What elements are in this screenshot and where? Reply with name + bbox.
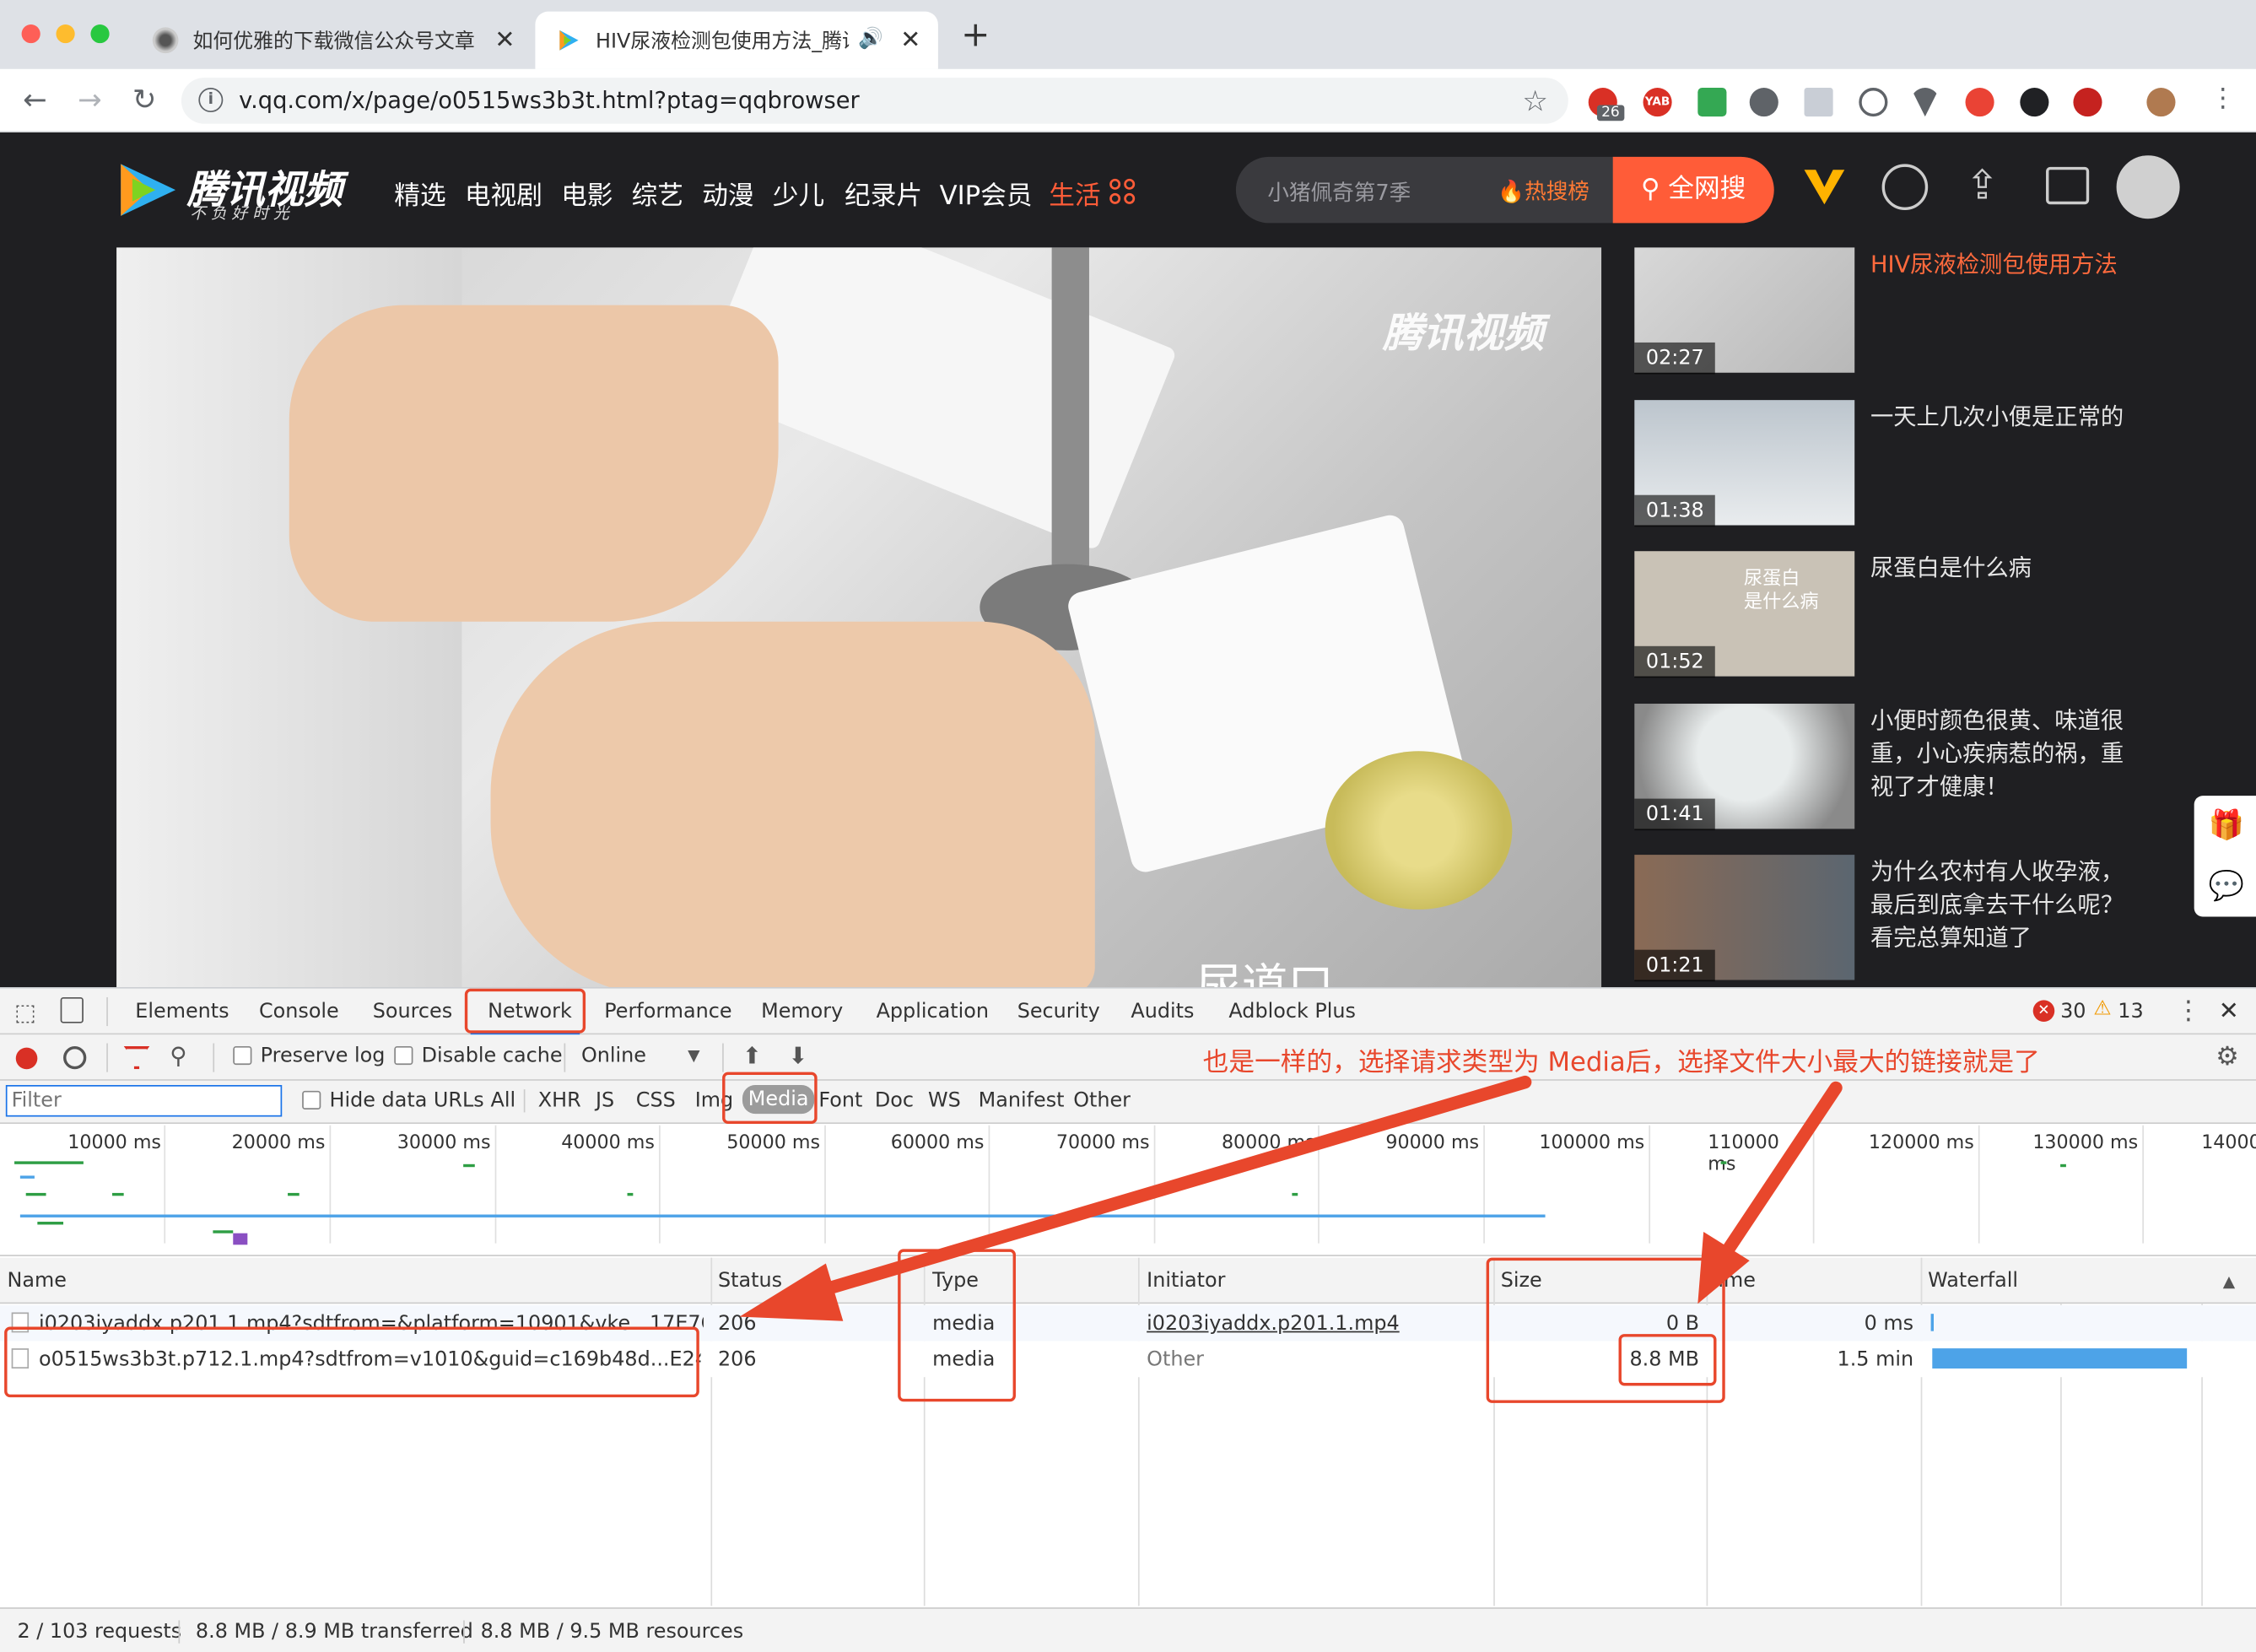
- arrow-to-request-icon: [739, 1075, 1532, 1321]
- arrow-to-size-icon: [1697, 1081, 1843, 1304]
- annotation-arrows: [739, 1075, 1843, 1321]
- screen: 如何优雅的下载微信公众号文章 ✕ HIV尿液检测包使用方法_腾讯 🔊 ✕ + ←…: [0, 0, 2256, 1652]
